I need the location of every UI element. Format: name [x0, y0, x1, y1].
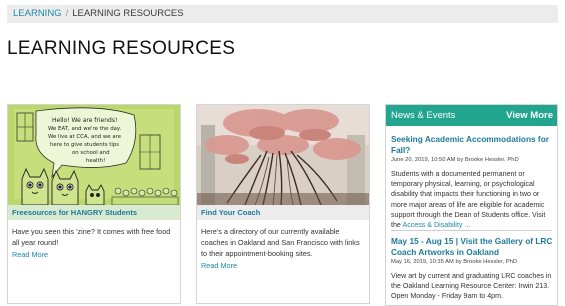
- news-item-date: June 20, 2019, 10:50 AM: [391, 157, 456, 163]
- news-item: May 15 - Aug 15 | Visit the Gallery of L…: [391, 236, 554, 302]
- card-caption-link[interactable]: Freesources for HANGRY Students: [8, 205, 180, 220]
- news-header: News & Events View More: [386, 105, 557, 126]
- news-item-date: May 16, 2019, 10:35 AM: [391, 259, 454, 265]
- breadcrumb-current: LEARNING RESOURCES: [72, 8, 184, 19]
- access-disability-link[interactable]: Access & Disability ...: [402, 221, 470, 229]
- svg-text:We EAT, and we're the day.: We EAT, and we're the day.: [48, 126, 121, 132]
- zine-illustration-image[interactable]: Hello! We are friends! We EAT, and we're…: [8, 105, 180, 205]
- svg-text:here to give students tips: here to give students tips: [50, 142, 119, 148]
- news-item-byline: by Brooke Hessler, PhD: [457, 157, 519, 163]
- svg-text:on school and: on school and: [72, 150, 110, 156]
- news-item-meta: May 16, 2019, 10:35 AM by Brooke Hessler…: [391, 259, 554, 265]
- news-item-meta: June 20, 2019, 10:50 AM by Brooke Hessle…: [391, 157, 554, 163]
- card-caption-link[interactable]: Find Your Coach: [197, 205, 369, 220]
- breadcrumb-home-link[interactable]: LEARNING: [13, 8, 62, 19]
- news-item: Seeking Academic Accommodations for Fall…: [391, 134, 554, 230]
- resource-card-hangry[interactable]: Hello! We are friends! We EAT, and we're…: [7, 104, 181, 304]
- news-events-panel: News & Events View More Seeking Academic…: [385, 104, 558, 306]
- svg-text:Hello! We are friends!: Hello! We are friends!: [52, 117, 117, 124]
- read-more-link[interactable]: Read More: [201, 261, 237, 270]
- news-divider: [391, 230, 552, 231]
- news-header-title: News & Events: [391, 110, 456, 121]
- read-more-link[interactable]: Read More: [12, 250, 48, 259]
- view-more-link[interactable]: View More: [506, 105, 553, 126]
- news-item-byline: by Brooke Hessler, PhD: [455, 259, 518, 265]
- card-description: Have you seen this 'zine? It comes with …: [12, 227, 171, 247]
- svg-text:We live at CCA, and we are: We live at CCA, and we are: [48, 134, 122, 140]
- card-description: Here's a directory of our currently avai…: [201, 227, 360, 258]
- page-title: LEARNING RESOURCES: [7, 38, 236, 59]
- resource-card-coach[interactable]: Find Your Coach Here's a directory of ou…: [196, 104, 370, 304]
- news-item-body: Students with a documented permanent or …: [391, 169, 554, 230]
- news-item-body: View art by current and graduating LRC c…: [391, 272, 552, 301]
- breadcrumb: LEARNING / LEARNING RESOURCES: [7, 5, 558, 23]
- breadcrumb-separator: /: [65, 8, 69, 19]
- news-item-title-link[interactable]: Seeking Academic Accommodations for Fall…: [391, 134, 554, 155]
- svg-text:health!: health!: [86, 158, 105, 164]
- coach-photo-image[interactable]: [197, 105, 369, 205]
- news-item-title-link[interactable]: May 15 - Aug 15 | Visit the Gallery of L…: [391, 236, 554, 257]
